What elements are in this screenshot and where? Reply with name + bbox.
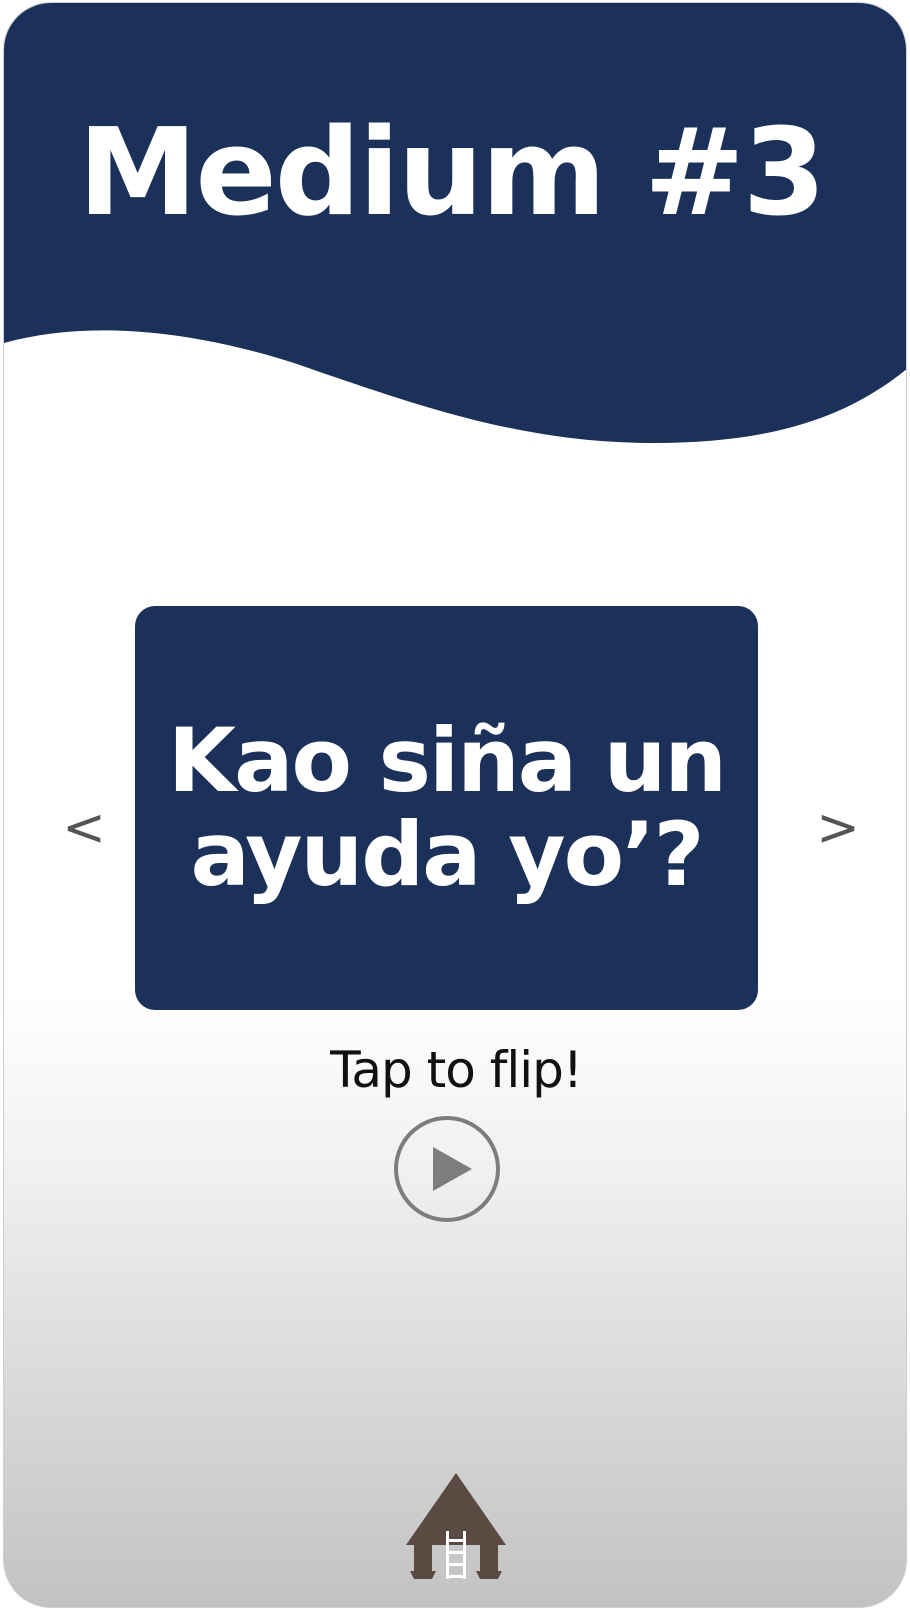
play-icon [394,1116,500,1222]
tap-to-flip-hint: Tap to flip! [330,1041,583,1099]
flashcard-screen: Medium #3 < Kao siña un ayuda yo’? > Tap… [3,2,907,1608]
home-button[interactable] [402,1473,510,1581]
hut-home-icon [406,1473,506,1579]
flashcard-text: Kao siña un ayuda yo’? [167,709,727,906]
previous-card-button[interactable]: < [49,793,119,863]
flashcard[interactable]: Kao siña un ayuda yo’? [135,606,758,1010]
next-card-button[interactable]: > [803,793,873,863]
play-audio-button[interactable] [392,1114,502,1224]
page-title: Medium #3 [78,104,826,243]
